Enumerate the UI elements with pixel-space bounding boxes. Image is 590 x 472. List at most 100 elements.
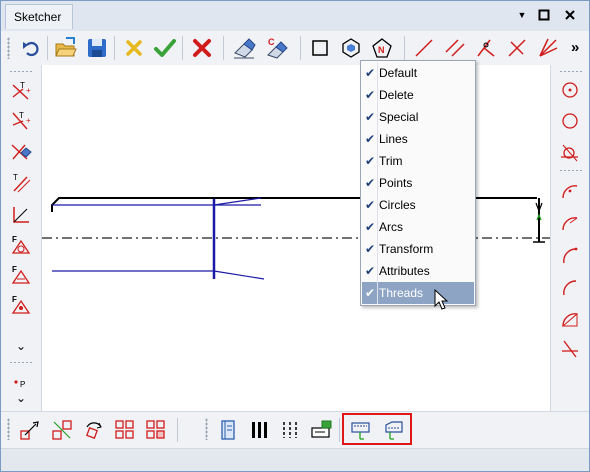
menu-gutter <box>377 194 378 216</box>
eraser-c-icon[interactable]: C <box>265 36 289 60</box>
arc-icon[interactable] <box>558 179 582 203</box>
menu-item-default[interactable]: ✔ Default <box>362 62 474 84</box>
check-icon: ✔ <box>364 66 376 80</box>
undo-icon[interactable] <box>19 36 43 60</box>
menu-gutter <box>377 84 378 106</box>
scale-box-icon[interactable] <box>309 418 333 442</box>
pattern-grid-icon[interactable] <box>113 418 137 442</box>
text-angled-icon[interactable]: T <box>9 171 33 195</box>
pattern-grid-alt-icon[interactable] <box>144 418 168 442</box>
vertical-dashed-bars-icon[interactable] <box>278 418 302 442</box>
menu-item-arcs[interactable]: ✔ Arcs <box>362 216 474 238</box>
arc-alt-icon[interactable] <box>558 211 582 235</box>
save-icon[interactable] <box>85 36 109 60</box>
title-bar: Sketcher ▼ <box>1 1 589 31</box>
svg-text:F: F <box>12 235 17 244</box>
window-title-tab[interactable]: Sketcher <box>5 4 73 29</box>
toolbar-grip[interactable] <box>9 70 33 73</box>
angle-corner-icon[interactable] <box>9 203 33 227</box>
arc-open-icon[interactable] <box>558 275 582 299</box>
eraser-cross-icon[interactable] <box>9 139 33 163</box>
svg-text:N: N <box>378 45 385 55</box>
menu-item-lines[interactable]: ✔ Lines <box>362 128 474 150</box>
eraser-icon[interactable] <box>232 36 256 60</box>
pentagon-n-icon[interactable]: N <box>370 36 394 60</box>
right-toolbar <box>550 65 589 411</box>
left-toolbar-expand-icon-2[interactable]: ⌄ <box>15 392 27 405</box>
menu-item-transform[interactable]: ✔ Transform <box>362 238 474 260</box>
menu-gutter <box>377 282 378 304</box>
left-toolbar: T + T + T F F F ⌄ P ⌄ <box>1 65 42 411</box>
arc-alt2-icon[interactable] <box>558 243 582 267</box>
angled-line-icon[interactable] <box>474 36 498 60</box>
menu-gutter <box>377 150 378 172</box>
check-icon: ✔ <box>364 154 376 168</box>
menu-item-delete[interactable]: ✔ Delete <box>362 84 474 106</box>
mirror-icon[interactable] <box>50 418 74 442</box>
circle-icon[interactable] <box>558 109 582 133</box>
toolbar-separator <box>339 418 340 442</box>
parallel-lines-icon[interactable] <box>443 36 467 60</box>
svg-text:+: + <box>26 116 31 125</box>
menu-item-label: Attributes <box>379 264 430 278</box>
toolbar-grip[interactable] <box>559 169 583 172</box>
rectangle-icon[interactable] <box>308 36 332 60</box>
svg-text:P: P <box>20 380 25 389</box>
status-bar <box>1 448 589 471</box>
menu-gutter <box>377 238 378 260</box>
window-dropdown-icon[interactable]: ▼ <box>514 7 530 23</box>
svg-text:T: T <box>13 173 18 182</box>
menu-item-threads[interactable]: ✔ Threads <box>362 282 474 304</box>
menu-item-attributes[interactable]: ✔ Attributes <box>362 260 474 282</box>
menu-item-special[interactable]: ✔ Special <box>362 106 474 128</box>
mouse-cursor-icon <box>434 289 448 311</box>
menu-gutter <box>377 216 378 238</box>
book-icon[interactable] <box>216 418 240 442</box>
delete-yellow-x-icon[interactable] <box>122 36 146 60</box>
toolbar-grip[interactable] <box>205 418 208 440</box>
toolbar-separator <box>404 36 405 60</box>
dimension-f-alt2-icon[interactable]: F <box>9 293 33 317</box>
close-icon[interactable] <box>562 7 578 23</box>
toolbar-separator <box>223 36 224 60</box>
menu-item-label: Special <box>379 110 419 124</box>
menu-item-points[interactable]: ✔ Points <box>362 172 474 194</box>
left-toolbar-expand-icon[interactable]: ⌄ <box>15 340 27 353</box>
menu-item-label: Arcs <box>379 220 403 234</box>
dimension-f-icon[interactable]: F <box>9 233 33 257</box>
check-icon: ✔ <box>364 220 376 234</box>
text-t-plus-icon[interactable]: T + <box>9 79 33 103</box>
open-folder-icon[interactable] <box>54 36 78 60</box>
toolbar-grip[interactable] <box>7 418 10 440</box>
circle-point-icon[interactable] <box>558 78 582 102</box>
toolbar-separator <box>47 36 48 60</box>
text-t-plus-alt-icon[interactable]: T + <box>9 109 33 133</box>
line-icon[interactable] <box>412 36 436 60</box>
move-icon[interactable] <box>18 418 42 442</box>
menu-item-label: Default <box>379 66 418 80</box>
toolbar-overflow-icon[interactable]: » <box>571 38 585 58</box>
check-icon: ✔ <box>364 198 376 212</box>
toolbar-grip[interactable] <box>9 361 33 364</box>
cancel-red-x-icon[interactable] <box>190 36 214 60</box>
fan-lines-icon[interactable] <box>536 36 560 60</box>
menu-gutter <box>377 260 378 282</box>
vertical-bars-icon[interactable] <box>247 418 271 442</box>
menu-item-label: Delete <box>379 88 414 102</box>
menu-item-circles[interactable]: ✔ Circles <box>362 194 474 216</box>
cross-lines-icon[interactable] <box>505 36 529 60</box>
rotate-icon[interactable] <box>81 418 105 442</box>
confirm-check-icon[interactable] <box>153 36 177 60</box>
cross-angle-icon[interactable] <box>558 337 582 361</box>
tangent-circle-icon[interactable] <box>558 141 582 165</box>
hexagon-icon[interactable] <box>339 36 363 60</box>
check-icon: ✔ <box>364 88 376 102</box>
toolbar-context-menu: ✔ Default ✔ Delete ✔ Special ✔ Lines ✔ Trim ✔ Point… <box>360 60 476 306</box>
dimension-f-alt-icon[interactable]: F <box>9 263 33 287</box>
maximize-icon[interactable] <box>536 7 552 23</box>
arc-triangle-icon[interactable] <box>558 307 582 331</box>
toolbar-grip[interactable] <box>559 70 583 73</box>
svg-text:F: F <box>12 265 17 274</box>
menu-item-trim[interactable]: ✔ Trim <box>362 150 474 172</box>
toolbar-grip[interactable] <box>7 37 10 59</box>
